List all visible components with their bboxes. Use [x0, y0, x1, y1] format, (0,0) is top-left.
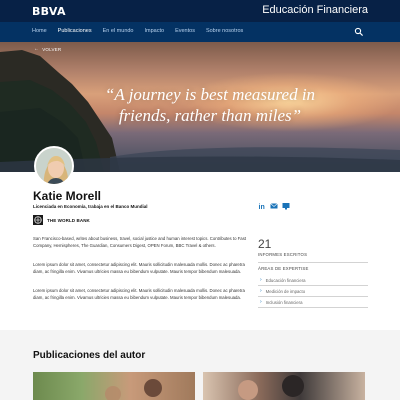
chevron-right-icon: › [260, 277, 262, 283]
organization-name: THE WORLD BANK [47, 217, 90, 223]
divider [258, 307, 368, 308]
nav-item-sobre-nosotros[interactable]: Sobre nosotros [206, 28, 243, 34]
author-avatar [34, 146, 74, 186]
arrow-left-icon: ← [34, 46, 40, 52]
publication-photo [105, 379, 162, 400]
publication-card-image[interactable] [203, 372, 365, 400]
back-link[interactable]: ← VOLVER [34, 46, 61, 52]
divider [258, 285, 368, 286]
main-nav: Home Publicaciones En el mundo Impacto E… [0, 22, 400, 42]
publication-card-image[interactable] [33, 372, 195, 400]
publication-photo [238, 375, 304, 400]
top-header: BBVA Educación Financiera [0, 0, 400, 22]
site-title[interactable]: Educación Financiera [262, 4, 368, 16]
share-icon[interactable] [282, 202, 290, 210]
bio-paragraph: San Francisco-based, writes about busine… [33, 236, 247, 248]
author-organization: THE WORLD BANK [33, 215, 90, 225]
expertise-item-label: Medición de impacto [265, 288, 306, 294]
expertise-item[interactable]: › Medición de impacto [260, 288, 305, 294]
search-icon[interactable] [354, 27, 364, 37]
svg-text:in: in [259, 204, 265, 210]
nav-item-en-el-mundo[interactable]: En el mundo [103, 28, 134, 34]
expertise-item-label: Inclusión financiera [265, 299, 303, 305]
divider [258, 262, 368, 263]
expertise-item[interactable]: › Educación financiera [260, 277, 306, 283]
publications-title: Publicaciones del autor [33, 350, 146, 361]
author-name: Katie Morell [33, 189, 102, 203]
reports-count: 21 [258, 237, 272, 251]
author-role: Licenciada en Economía, trabaja en el Ba… [33, 204, 148, 209]
nav-item-home[interactable]: Home [32, 28, 47, 34]
chevron-right-icon: › [260, 288, 262, 294]
back-link-label: VOLVER [42, 46, 62, 52]
email-icon[interactable] [270, 202, 278, 210]
hero-quote: “A journey is best measured in friends, … [104, 85, 316, 125]
social-links: in [258, 202, 290, 210]
divider [258, 296, 368, 297]
world-bank-logo [33, 215, 43, 225]
chevron-right-icon: › [260, 299, 262, 305]
linkedin-icon[interactable]: in [258, 202, 266, 210]
bbva-logo[interactable]: BBVA [32, 5, 66, 18]
nav-item-eventos[interactable]: Eventos [175, 28, 195, 34]
reports-count-label: INFORMES ESCRITOS [258, 252, 308, 257]
nav-item-impacto[interactable]: Impacto [145, 28, 165, 34]
author-photo [36, 148, 72, 184]
bio-paragraph: Lorem ipsum dolor sit amet, consectetur … [33, 262, 245, 274]
publications-section: Publicaciones del autor [0, 330, 400, 400]
bio-paragraph: Lorem ipsum dolor sit amet, consectetur … [33, 288, 245, 300]
expertise-item-label: Educación financiera [265, 277, 306, 283]
nav-item-publicaciones[interactable]: Publicaciones [58, 28, 92, 34]
expertise-item[interactable]: › Inclusión financiera [260, 299, 302, 305]
expertise-title: ÁREAS DE EXPERTISE [258, 266, 309, 271]
